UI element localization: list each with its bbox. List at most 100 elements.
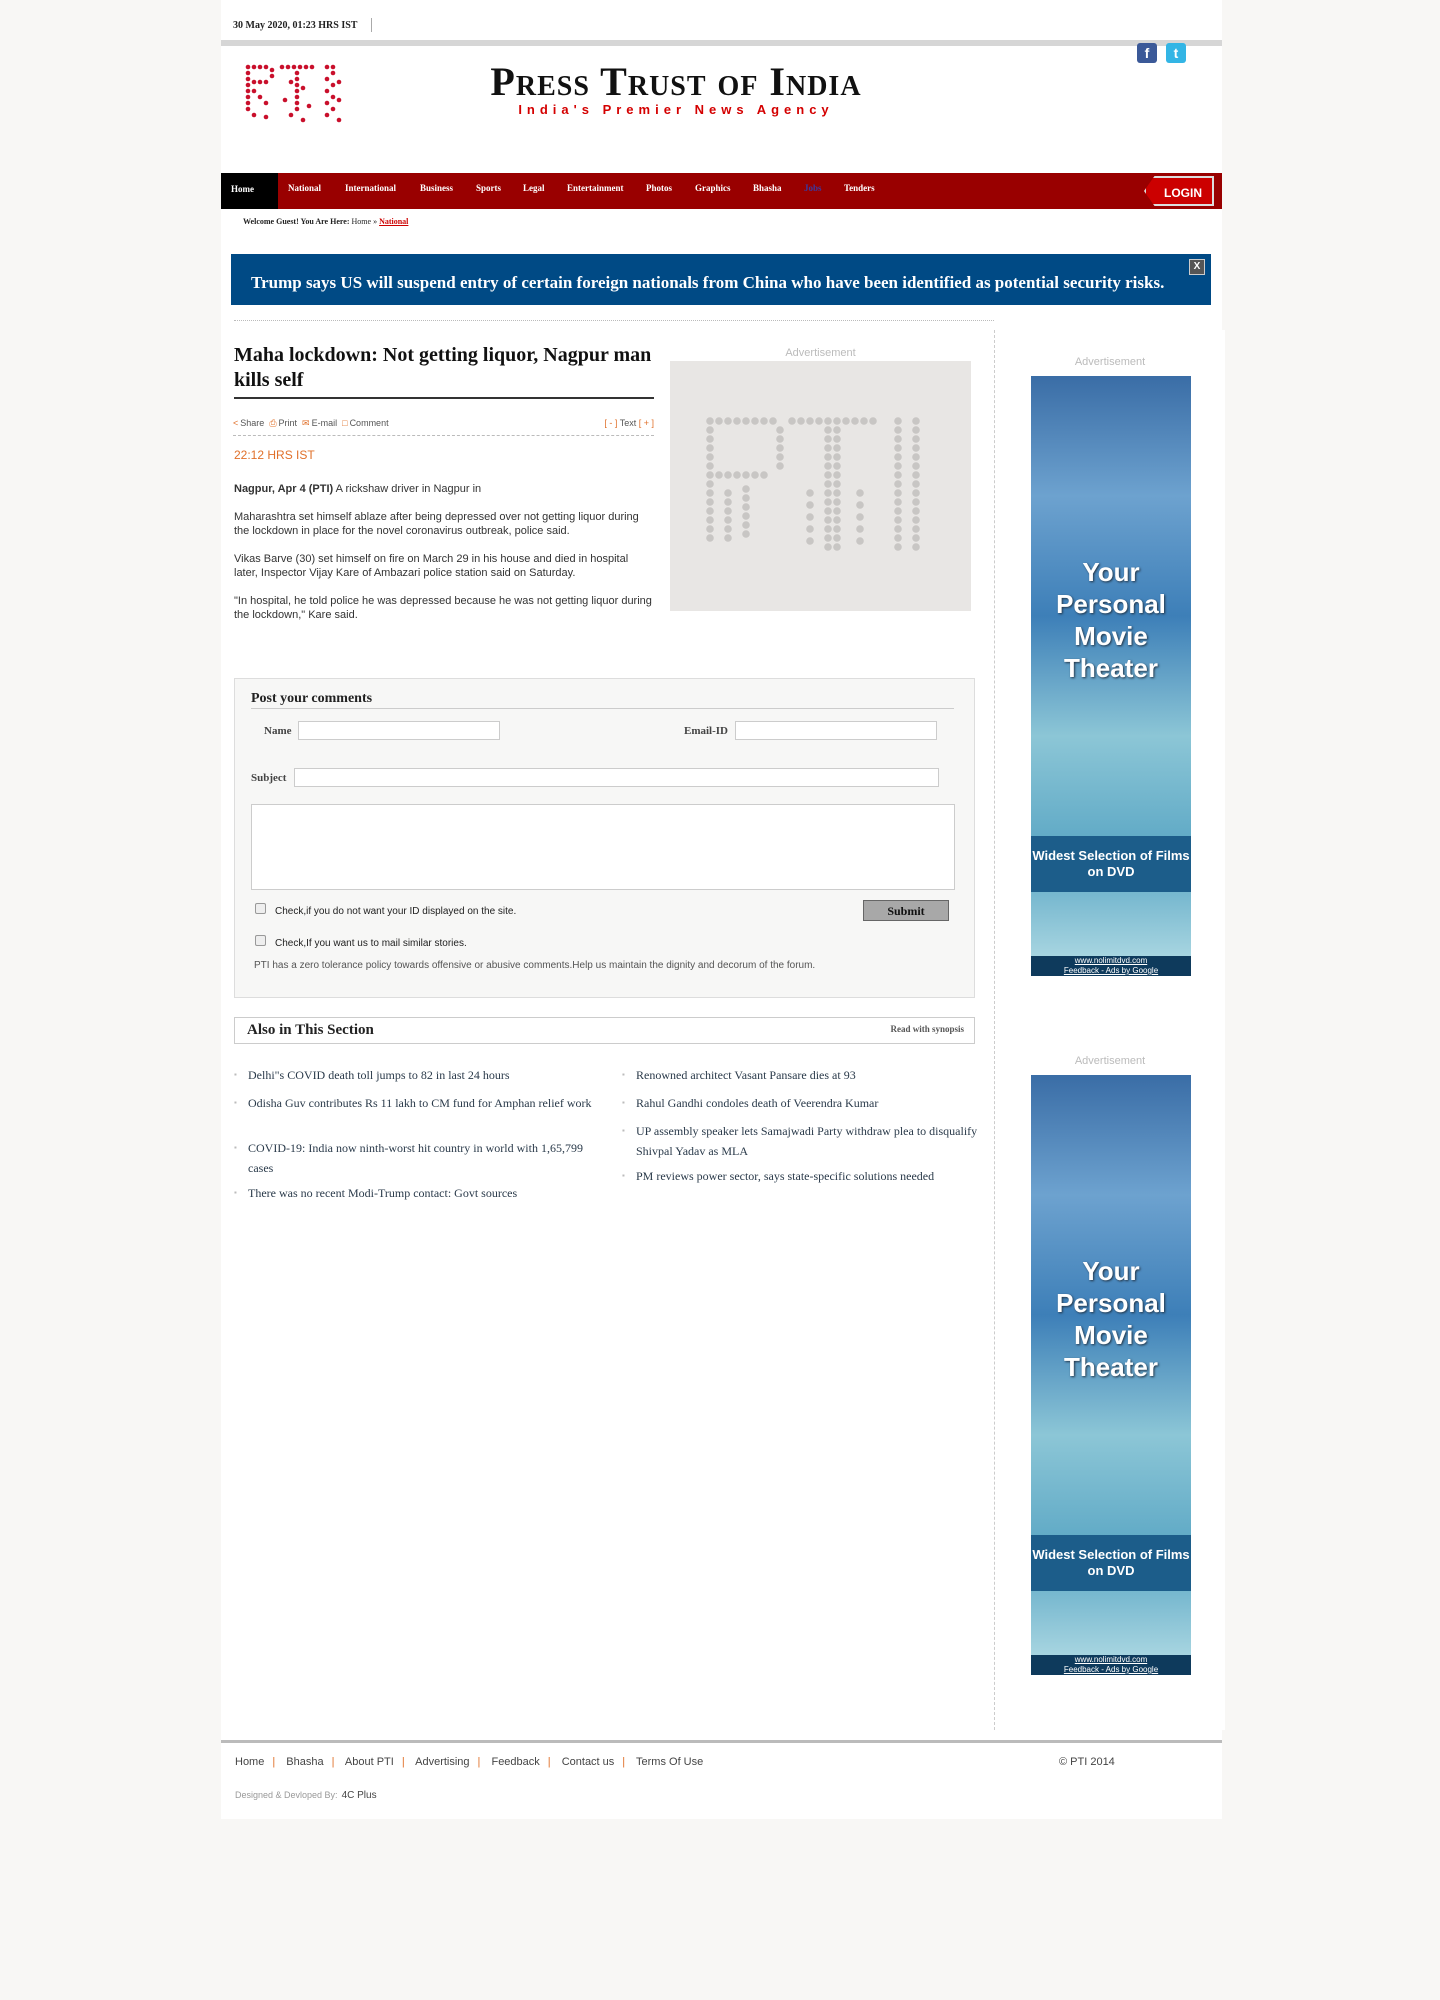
ticker-close-button[interactable]: X (1189, 259, 1205, 275)
banner-url[interactable]: www.nolimitdvd.com (1075, 1655, 1147, 1664)
footer-link-bhasha[interactable]: Bhasha (286, 1756, 323, 1768)
twitter-icon[interactable]: t (1166, 43, 1186, 63)
share-icon[interactable]: < (233, 418, 238, 428)
article-lead: A rickshaw driver in Nagpur in (335, 483, 482, 495)
text-decrease-button[interactable]: [ - ] (604, 418, 617, 428)
ad-label: Advertisement (785, 347, 856, 359)
text-size-controls: [ - ] Text [ + ] (604, 418, 654, 428)
copyright: © PTI 2014 (1059, 1756, 1115, 1768)
nav-graphics[interactable]: Graphics (695, 173, 731, 209)
article-body: Nagpur, Apr 4 (PTI) A rickshaw driver in… (234, 482, 654, 636)
email-input[interactable] (735, 721, 937, 740)
hide-id-label: Check,if you do not want your ID display… (275, 906, 517, 917)
banner-url[interactable]: www.nolimitdvd.com (1075, 956, 1147, 965)
nav-bhasha[interactable]: Bhasha (753, 173, 782, 209)
footer-link-advertising[interactable]: Advertising (415, 1756, 469, 1768)
text-increase-button[interactable]: [ + ] (639, 418, 654, 428)
list-item[interactable]: Delhi"s COVID death toll jumps to 82 in … (234, 1065, 598, 1085)
article-title: Maha lockdown: Not getting liquor, Nagpu… (234, 343, 654, 399)
footer: Home | Bhasha | About PTI | Advertising | Fe… (221, 1740, 1222, 1819)
email-label: Email-ID (684, 725, 728, 737)
list-item[interactable]: UP assembly speaker lets Samajwadi Party… (622, 1121, 986, 1161)
comment-link[interactable]: Comment (350, 418, 389, 428)
footer-link-contact[interactable]: Contact us (562, 1756, 615, 1768)
designed-by-label: Designed & Devloped By: (235, 1790, 338, 1800)
list-item[interactable]: There was no recent Modi-Trump contact: … (234, 1183, 598, 1203)
login-button[interactable]: LOGIN (1144, 176, 1214, 206)
email-link[interactable]: E-mail (312, 418, 338, 428)
sidebar-banner-ad-1[interactable]: Your Personal Movie Theater Widest Selec… (1031, 376, 1191, 976)
read-with-synopsis-link[interactable]: Read with synopsis (890, 1024, 964, 1034)
print-link[interactable]: Print (279, 418, 298, 428)
nav-photos[interactable]: Photos (646, 173, 672, 209)
nav-tenders[interactable]: Tenders (844, 173, 875, 209)
also-in-section-title: Also in This Section (247, 1022, 374, 1038)
article-tools: < Share ⎙ Print ✉ E-mail □ Comment [ - ] Tex… (233, 418, 654, 436)
banner-footer: www.nolimitdvd.com Feedback - Ads by Goo… (1031, 956, 1191, 976)
banner-strip: Widest Selection of Films on DVD (1031, 1535, 1191, 1591)
main-nav: Home National International Business Spo… (221, 173, 1222, 209)
designer-link[interactable]: 4C Plus (342, 1790, 377, 1801)
footer-link-about[interactable]: About PTI (345, 1756, 394, 1768)
nav-national[interactable]: National (288, 173, 321, 209)
name-label: Name (264, 725, 292, 737)
list-item[interactable]: Renowned architect Vasant Pansare dies a… (622, 1065, 986, 1085)
brand-tagline: India's Premier News Agency (518, 102, 834, 117)
divider (234, 320, 994, 321)
sidebar-banner-ad-2[interactable]: Your Personal Movie Theater Widest Selec… (1031, 1075, 1191, 1675)
sidebar-ad-label-1: Advertisement (1074, 356, 1146, 368)
nav-international[interactable]: International (345, 173, 396, 209)
pti-logo[interactable] (243, 62, 353, 132)
mail-stories-label: Check,If you want us to mail similar sto… (275, 938, 467, 949)
list-item[interactable]: PM reviews power sector, says state-spec… (622, 1166, 986, 1186)
breadcrumb: Welcome Guest! You Are Here: Home » Nati… (243, 217, 408, 226)
nav-sports[interactable]: Sports (476, 173, 501, 209)
banner-footer: www.nolimitdvd.com Feedback - Ads by Goo… (1031, 1655, 1191, 1675)
article-paragraph-2: Maharashtra set himself ablaze after bei… (234, 511, 639, 537)
footer-links: Home | Bhasha | About PTI | Advertising | Fe… (235, 1756, 703, 1768)
nav-entertainment[interactable]: Entertainment (567, 173, 624, 209)
nav-business[interactable]: Business (420, 173, 453, 209)
also-in-section-header: Also in This Section Read with synopsis (234, 1017, 975, 1044)
list-item[interactable]: Odisha Guv contributes Rs 11 lakh to CM … (234, 1093, 598, 1113)
subject-input[interactable] (294, 768, 939, 787)
name-input[interactable] (298, 721, 500, 740)
submit-button[interactable]: Submit (863, 900, 949, 921)
article-time: 22:12 HRS IST (234, 448, 315, 462)
comment-icon[interactable]: □ (342, 418, 347, 428)
banner-headline: Your Personal Movie Theater (1056, 557, 1166, 683)
designed-by: Designed & Devloped By: 4C Plus (235, 1790, 377, 1801)
ad-placeholder[interactable] (670, 361, 971, 611)
mail-stories-checkbox[interactable] (255, 935, 266, 946)
comment-textarea[interactable] (251, 804, 955, 890)
print-icon[interactable]: ⎙ (269, 418, 276, 428)
sidebar: Advertisement Your Personal Movie Theate… (994, 330, 1225, 1730)
article-paragraph-4: "In hospital, he told police he was depr… (234, 595, 652, 621)
email-icon[interactable]: ✉ (302, 418, 310, 428)
share-link[interactable]: Share (240, 418, 264, 428)
article-dateline: Nagpur, Apr 4 (PTI) (234, 483, 334, 495)
footer-link-home[interactable]: Home (235, 1756, 264, 1768)
banner-feedback[interactable]: Feedback - Ads by Google (1064, 1665, 1158, 1674)
nav-home[interactable]: Home (221, 173, 278, 209)
date-bar: 30 May 2020, 01:23 HRS IST (221, 0, 1222, 46)
footer-separator: | (272, 1756, 276, 1768)
nav-jobs[interactable]: Jobs (804, 173, 822, 209)
list-item[interactable]: Rahul Gandhi condoles death of Veerendra… (622, 1093, 986, 1113)
breadcrumb-home[interactable]: Home (352, 217, 372, 226)
footer-link-feedback[interactable]: Feedback (491, 1756, 539, 1768)
hide-id-checkbox[interactable] (255, 903, 266, 914)
facebook-icon[interactable]: f (1137, 43, 1157, 63)
banner-feedback[interactable]: Feedback - Ads by Google (1064, 966, 1158, 975)
footer-link-terms[interactable]: Terms Of Use (636, 1756, 703, 1768)
text-size-label: Text (619, 418, 637, 428)
breadcrumb-current[interactable]: National (379, 217, 408, 226)
footer-separator: | (547, 1756, 551, 1768)
nav-legal[interactable]: Legal (523, 173, 545, 209)
ticker-text[interactable]: Trump says US will suspend entry of cert… (251, 273, 1164, 293)
breadcrumb-separator-icon: » (373, 217, 378, 226)
list-item[interactable]: COVID-19: India now ninth-worst hit coun… (234, 1138, 598, 1178)
breaking-news-ticker[interactable]: Trump says US will suspend entry of cert… (231, 254, 1211, 305)
pti-watermark-logo (706, 417, 920, 551)
footer-separator: | (401, 1756, 405, 1768)
